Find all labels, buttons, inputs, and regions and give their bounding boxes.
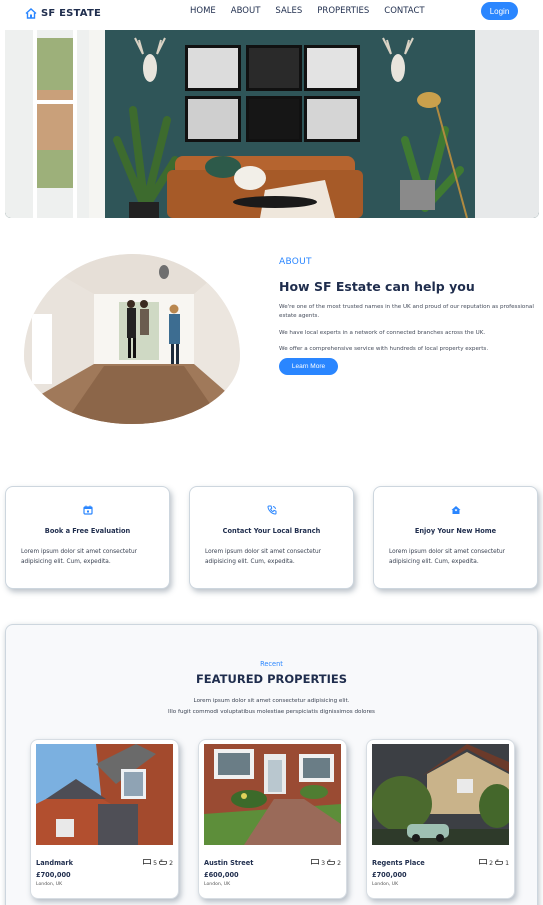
bath-icon bbox=[159, 859, 167, 867]
service-card-title: Contact Your Local Branch bbox=[222, 527, 321, 535]
property-price: £700,000 bbox=[372, 871, 407, 879]
nav-home[interactable]: HOME bbox=[190, 6, 216, 16]
nav-about[interactable]: ABOUT bbox=[231, 6, 261, 16]
about-paragraph-1: We're one of the most trusted names in t… bbox=[279, 304, 534, 319]
about-paragraph-2: We have local experts in a network of co… bbox=[279, 330, 486, 336]
property-image bbox=[36, 744, 173, 845]
service-card-evaluation[interactable]: Book a Free Evaluation Lorem ipsum dolor… bbox=[5, 486, 170, 589]
property-location: London, UK bbox=[204, 882, 231, 887]
featured-eyebrow: Recent bbox=[260, 660, 283, 668]
about-eyebrow: ABOUT bbox=[279, 257, 312, 267]
property-meta: 5 2 bbox=[143, 859, 173, 867]
about-title: How SF Estate can help you bbox=[279, 279, 475, 294]
property-image bbox=[372, 744, 509, 845]
nav-sales[interactable]: SALES bbox=[275, 6, 302, 16]
hero-image bbox=[5, 30, 539, 218]
top-nav: SF ESTATE HOME ABOUT SALES PROPERTIES CO… bbox=[0, 0, 543, 22]
property-image bbox=[204, 744, 341, 845]
phone-icon bbox=[190, 505, 353, 515]
property-name: Austin Street bbox=[204, 859, 254, 867]
service-card-title: Book a Free Evaluation bbox=[44, 527, 131, 535]
nav-links: HOME ABOUT SALES PROPERTIES CONTACT bbox=[190, 6, 425, 16]
property-location: London, UK bbox=[36, 882, 63, 887]
learn-more-button[interactable]: Learn More bbox=[279, 358, 338, 375]
property-location: London, UK bbox=[372, 882, 399, 887]
login-button[interactable]: Login bbox=[481, 2, 518, 20]
home-icon bbox=[374, 505, 537, 515]
service-card-title: Enjoy Your New Home bbox=[414, 527, 497, 535]
property-card-austin-street[interactable]: Austin Street £600,000 London, UK 3 2 bbox=[198, 739, 347, 899]
bath-count: 1 bbox=[505, 859, 509, 867]
brand-name: SF ESTATE bbox=[41, 8, 102, 19]
brand-logo[interactable]: SF ESTATE bbox=[25, 4, 101, 23]
property-card-landmark[interactable]: Landmark £700,000 London, UK 5 2 bbox=[30, 739, 179, 899]
about-paragraph-3: We offer a comprehensive service with hu… bbox=[279, 346, 489, 352]
service-card-text: Lorem ipsum dolor sit amet consectetur a… bbox=[205, 549, 322, 565]
bath-count: 2 bbox=[337, 859, 341, 867]
property-meta: 3 2 bbox=[311, 859, 341, 867]
bath-icon bbox=[327, 859, 335, 867]
service-card-new-home[interactable]: Enjoy Your New Home Lorem ipsum dolor si… bbox=[373, 486, 538, 589]
service-card-text: Lorem ipsum dolor sit amet consectetur a… bbox=[21, 549, 138, 565]
property-meta: 2 1 bbox=[479, 859, 509, 867]
property-card-regents-place[interactable]: Regents Place £700,000 London, UK 2 1 bbox=[366, 739, 515, 899]
bath-count: 2 bbox=[169, 859, 173, 867]
calendar-icon bbox=[6, 505, 169, 515]
featured-subtitle-1: Lorem ipsum dolor sit amet consectetur a… bbox=[193, 698, 350, 704]
bed-count: 2 bbox=[489, 859, 494, 867]
bed-icon bbox=[311, 859, 320, 867]
property-name: Landmark bbox=[36, 859, 74, 867]
featured-subtitle-2: Illo fugit commodi voluptatibus molestia… bbox=[168, 709, 375, 715]
service-card-contact[interactable]: Contact Your Local Branch Lorem ipsum do… bbox=[189, 486, 354, 589]
featured-title: FEATURED PROPERTIES bbox=[195, 672, 348, 686]
property-price: £600,000 bbox=[204, 871, 239, 879]
house-logo-icon bbox=[25, 4, 37, 23]
property-price: £700,000 bbox=[36, 871, 71, 879]
service-card-text: Lorem ipsum dolor sit amet consectetur a… bbox=[389, 549, 506, 565]
nav-properties[interactable]: PROPERTIES bbox=[317, 6, 369, 16]
bed-count: 5 bbox=[153, 859, 158, 867]
bed-icon bbox=[143, 859, 152, 867]
nav-contact[interactable]: CONTACT bbox=[384, 6, 424, 16]
bed-count: 3 bbox=[321, 859, 326, 867]
bath-icon bbox=[495, 859, 503, 867]
about-image bbox=[24, 254, 240, 424]
property-name: Regents Place bbox=[372, 859, 425, 867]
bed-icon bbox=[479, 859, 488, 867]
